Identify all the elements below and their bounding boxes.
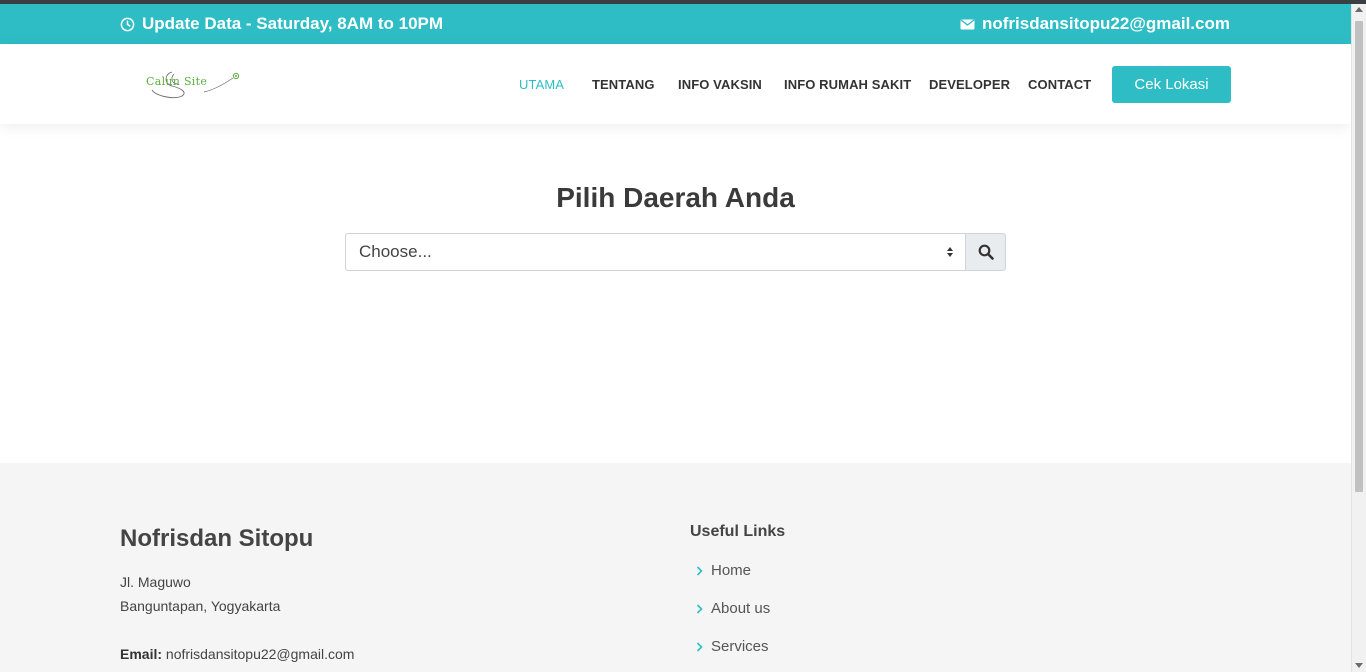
page-title: Pilih Daerah Anda <box>556 182 795 213</box>
footer-link-label: About us <box>711 600 771 617</box>
footer-link-label: Home <box>711 562 752 579</box>
region-select-value: Choose... <box>359 242 432 261</box>
nav-item-info-vaksin[interactable]: INFO VAKSIN <box>678 77 762 92</box>
nav-item-tentang[interactable]: TENTANG <box>592 77 655 92</box>
update-schedule: Update Data - Saturday, 8AM to 10PM <box>120 4 443 44</box>
scroll-up-arrow-icon[interactable] <box>1355 7 1363 12</box>
chevron-right-icon <box>696 603 703 614</box>
scroll-down-arrow-icon[interactable] <box>1355 663 1363 668</box>
site-footer: Nofrisdan Sitopu Jl. Maguwo Banguntapan,… <box>0 463 1351 672</box>
footer-address-line1: Jl. Maguwo <box>120 574 191 590</box>
footer-email-label: Email: <box>120 646 163 662</box>
region-search-group: Choose... <box>345 233 1006 271</box>
search-icon <box>978 244 994 260</box>
clock-icon <box>120 17 135 31</box>
footer-email-value[interactable]: nofrisdansitopu22@gmail.com <box>166 646 355 662</box>
region-select[interactable]: Choose... <box>345 233 965 271</box>
chevron-right-icon <box>696 641 703 652</box>
footer-link-services[interactable]: Services <box>696 638 769 655</box>
footer-link-about[interactable]: About us <box>696 600 770 617</box>
nav-item-contact[interactable]: CONTACT <box>1028 77 1091 92</box>
nav-item-utama[interactable]: UTAMA <box>519 77 564 92</box>
cek-lokasi-button[interactable]: Cek Lokasi <box>1112 66 1231 103</box>
footer-link-label: Services <box>711 638 769 655</box>
footer-address-line2: Banguntapan, Yogyakarta <box>120 598 281 614</box>
footer-link-home[interactable]: Home <box>696 562 751 579</box>
nav-item-developer[interactable]: DEVELOPER <box>929 77 1010 92</box>
topbar-email-text: nofrisdansitopu22@gmail.com <box>981 14 1230 33</box>
search-button[interactable] <box>965 233 1006 271</box>
update-schedule-text: Update Data - Saturday, 8AM to 10PM <box>142 14 444 33</box>
select-caret-icon <box>947 247 953 257</box>
site-header: Calun Site UTAMA TENTANG INFO VAKSIN INF… <box>0 44 1351 124</box>
nav-item-info-rumah-sakit[interactable]: INFO RUMAH SAKIT <box>784 77 911 92</box>
scroll-thumb[interactable] <box>1355 21 1363 492</box>
chevron-right-icon <box>696 565 703 576</box>
envelope-icon <box>960 18 975 29</box>
vertical-scrollbar[interactable] <box>1351 4 1366 672</box>
footer-name: Nofrisdan Sitopu <box>120 525 314 552</box>
footer-email: Email: nofrisdansitopu22@gmail.com <box>120 646 354 662</box>
useful-links-title: Useful Links <box>690 523 786 540</box>
topbar-email[interactable]: nofrisdansitopu22@gmail.com <box>960 4 1230 44</box>
top-info-bar: Update Data - Saturday, 8AM to 10PM nofr… <box>0 4 1351 44</box>
